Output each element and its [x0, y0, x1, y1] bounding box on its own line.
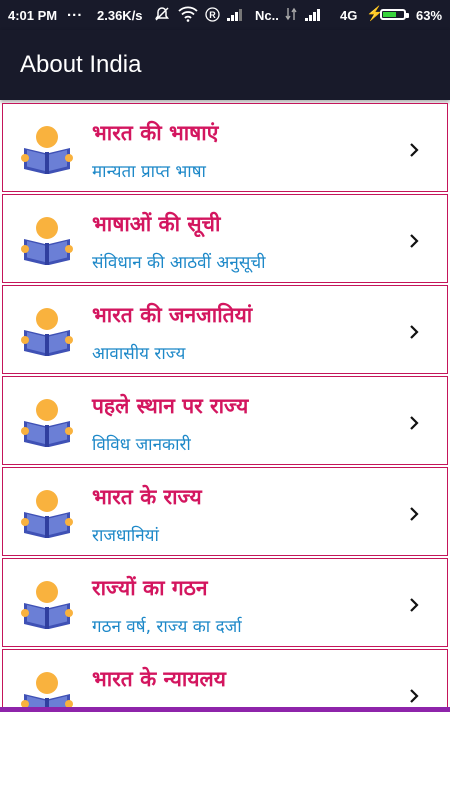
status-battery-percent: 63% [416, 8, 443, 23]
list-item[interactable]: भारत की जनजातियां आवासीय राज्य [2, 285, 448, 374]
signal-strength-2-icon [305, 8, 323, 24]
status-network-type: 4G [340, 8, 358, 23]
r-badge-icon: R [205, 7, 220, 25]
reading-person-icon [21, 399, 73, 447]
chevron-right-icon [410, 598, 419, 612]
status-time: 4:01 PM [8, 8, 58, 23]
battery-icon [380, 9, 409, 20]
list-item-title: भारत की जनजातियां [92, 303, 253, 327]
list-item-title: भाषाओं की सूची [92, 212, 221, 236]
reading-person-icon [21, 217, 73, 265]
list-item[interactable]: भारत की भाषाएं मान्यता प्राप्त भाषा [2, 103, 448, 192]
reading-person-icon [21, 672, 73, 709]
list-item[interactable]: राज्यों का गठन गठन वर्ष, राज्य का दर्जा [2, 558, 448, 647]
list-item-subtitle: राजधानियां [92, 526, 159, 546]
signal-strength-icon [227, 8, 245, 24]
list-item-subtitle: विविध जानकारी [92, 435, 191, 455]
status-network-speed: 2.36K/s [97, 8, 143, 23]
list-item-title: पहले स्थान पर राज्य [92, 394, 249, 418]
data-transfer-icon [285, 6, 297, 25]
list-item[interactable]: भारत के राज्य राजधानियां [2, 467, 448, 556]
wifi-icon [178, 6, 198, 25]
list-item-subtitle: गठन वर्ष, राज्य का दर्जा [92, 617, 242, 637]
list-item-subtitle: मान्यता प्राप्त भाषा [92, 162, 206, 182]
chevron-right-icon [410, 507, 419, 521]
reading-person-icon [21, 308, 73, 356]
page-title: About India [20, 51, 142, 78]
list-item[interactable]: भाषाओं की सूची संविधान की आठवीं अनुसूची [2, 194, 448, 283]
app-bar: About India [0, 30, 450, 100]
list-item[interactable]: भारत के न्यायलय [2, 649, 448, 709]
status-carrier: Nc.. [255, 8, 279, 23]
reading-person-icon [21, 581, 73, 629]
battery-fill [383, 12, 396, 17]
list-item-title: भारत के राज्य [92, 485, 202, 509]
list-item-title: राज्यों का गठन [92, 576, 208, 600]
list-item-subtitle: आवासीय राज्य [92, 344, 186, 364]
topic-list: भारत की भाषाएं मान्यता प्राप्त भाषा भाषा… [0, 103, 450, 709]
list-item-title: भारत की भाषाएं [92, 121, 219, 145]
status-more-dots: ... [67, 3, 83, 20]
chevron-right-icon [410, 416, 419, 430]
svg-text:R: R [209, 10, 216, 20]
reading-person-icon [21, 490, 73, 538]
bottom-accent-bar [0, 707, 450, 712]
chevron-right-icon [410, 143, 419, 157]
reading-person-icon [21, 126, 73, 174]
chevron-right-icon [410, 325, 419, 339]
chevron-right-icon [410, 234, 419, 248]
chevron-right-icon [410, 689, 419, 703]
status-bar: 4:01 PM ... 2.36K/s R Nc.. 4G ⚡ 63% [0, 0, 450, 30]
list-item[interactable]: पहले स्थान पर राज्य विविध जानकारी [2, 376, 448, 465]
bell-muted-icon [154, 6, 170, 25]
list-item-subtitle: संविधान की आठवीं अनुसूची [92, 253, 266, 273]
list-item-title: भारत के न्यायलय [92, 667, 226, 691]
